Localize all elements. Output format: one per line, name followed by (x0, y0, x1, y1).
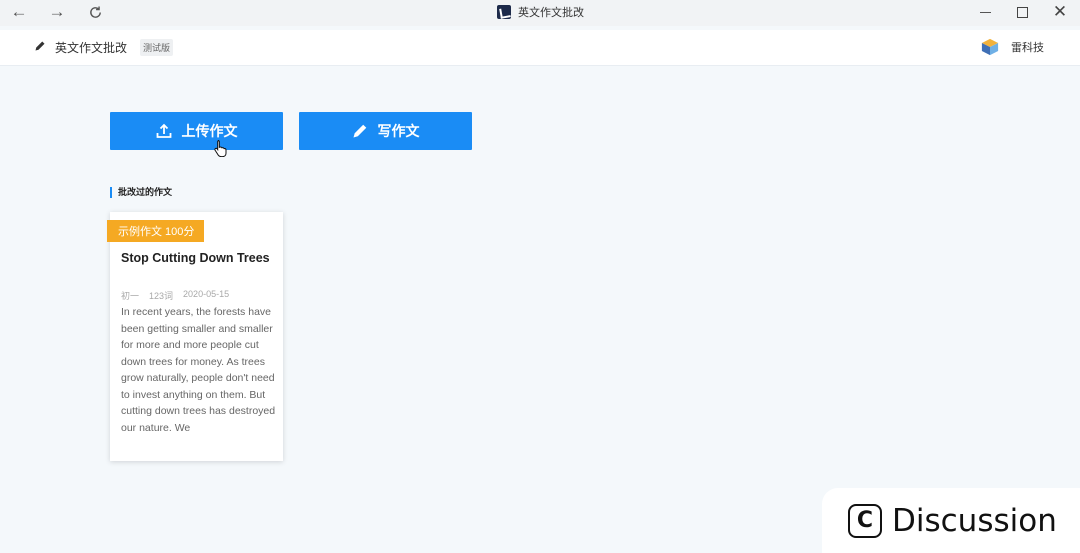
essay-card[interactable]: Stop Cutting Down Trees 初一 123词 2020-05-… (110, 212, 283, 461)
beta-badge: 测试版 (140, 39, 174, 56)
forward-arrow-icon[interactable]: → (44, 1, 70, 23)
close-button[interactable]: ✕ (1040, 0, 1080, 24)
company-info[interactable]: 雷科技 (981, 38, 1044, 56)
essay-title: Stop Cutting Down Trees (121, 251, 270, 265)
back-arrow-icon[interactable]: ← (6, 1, 32, 23)
watermark-text: Discussion (892, 502, 1057, 539)
watermark: C Discussion (822, 488, 1080, 553)
essay-word-count: 123词 (149, 291, 174, 301)
sample-score-tag: 示例作文 100分 (107, 220, 204, 242)
minimize-icon (979, 11, 991, 13)
pencil-icon (34, 40, 46, 55)
cube-logo-icon (981, 38, 999, 56)
window-title: 英文作文批改 (497, 4, 584, 20)
company-name: 雷科技 (1011, 42, 1044, 54)
upload-essay-button[interactable]: 上传作文 (110, 112, 283, 150)
essay-date: 2020-05-15 (183, 289, 230, 299)
brand: 英文作文批改 测试版 (34, 39, 174, 56)
window-titlebar: ← → 英文作文批改 ✕ (0, 0, 1080, 26)
window-title-text: 英文作文批改 (518, 7, 584, 19)
app-title: 英文作文批改 (55, 41, 128, 55)
maximize-button[interactable] (1002, 0, 1042, 24)
essay-meta: 初一 123词 2020-05-15 (121, 289, 229, 302)
upload-essay-label: 上传作文 (181, 123, 238, 139)
write-essay-button[interactable]: 写作文 (299, 112, 472, 150)
app-logo-icon (497, 5, 511, 19)
minimize-button[interactable] (965, 0, 1005, 24)
reload-icon[interactable] (82, 1, 108, 23)
write-essay-label: 写作文 (377, 123, 420, 139)
pencil-icon (352, 123, 368, 139)
upload-icon (156, 123, 172, 139)
essay-grade: 初一 (121, 291, 140, 301)
discussion-logo-icon: C (848, 503, 882, 538)
hand-cursor-icon (214, 139, 228, 158)
essay-excerpt: In recent years, the forests have been g… (121, 306, 276, 434)
app-header: 英文作文批改 测试版 雷科技 (0, 30, 1080, 66)
section-title: 批改过的作文 (110, 187, 172, 198)
maximize-icon (1016, 6, 1028, 18)
